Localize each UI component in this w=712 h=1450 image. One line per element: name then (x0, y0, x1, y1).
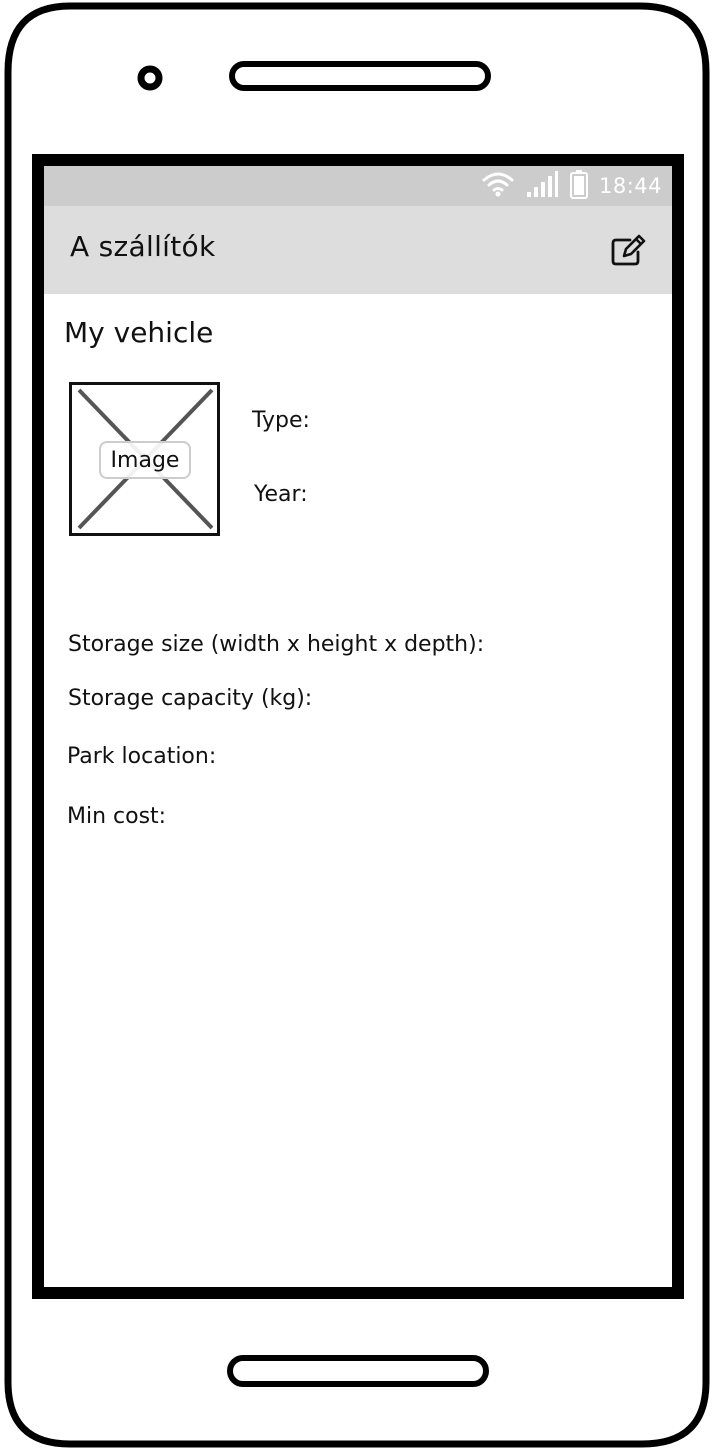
type-label: Type: (252, 408, 310, 433)
year-label: Year: (254, 482, 308, 507)
status-bar: 18:44 (44, 166, 672, 206)
wifi-icon (481, 170, 515, 202)
status-time: 18:44 (598, 174, 662, 198)
storage-capacity-label: Storage capacity (kg): (68, 686, 313, 711)
signal-icon (525, 170, 559, 202)
edit-icon (611, 234, 646, 266)
phone-screen: 18:44 A szállítók My vehicle Image Type:… (44, 166, 672, 1286)
battery-icon (569, 169, 589, 203)
park-location-label: Park location: (67, 744, 217, 769)
vehicle-image-placeholder: Image (69, 382, 220, 536)
image-placeholder-label: Image (99, 441, 191, 479)
edit-button[interactable] (608, 230, 648, 270)
min-cost-label: Min cost: (67, 804, 167, 829)
section-title: My vehicle (64, 316, 214, 349)
app-bar: A szállítók (44, 206, 672, 294)
storage-size-label: Storage size (width x height x depth): (68, 632, 485, 657)
app-title: A szállítók (70, 230, 216, 263)
status-icons: 18:44 (481, 166, 662, 206)
